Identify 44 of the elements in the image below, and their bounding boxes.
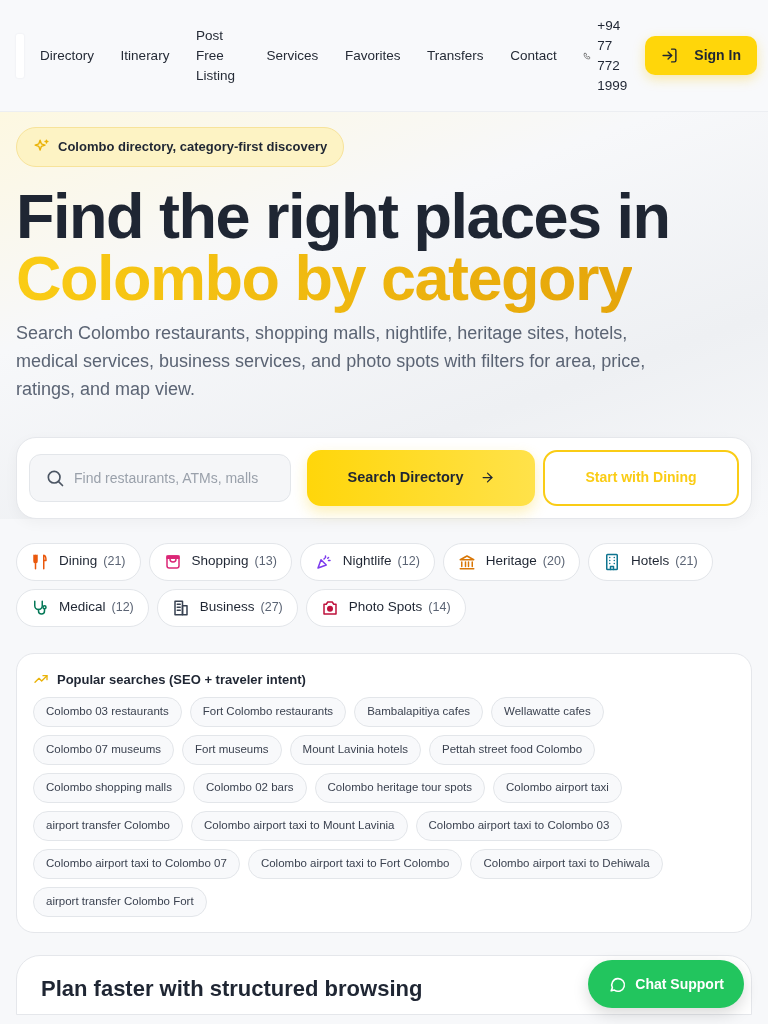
category-chip[interactable]: Business (27) [156, 588, 298, 627]
search-field[interactable]: Find restaurants, ATMs, malls [29, 453, 291, 502]
search-tag[interactable]: Colombo 03 restaurants [33, 697, 182, 727]
search-tag[interactable]: Colombo heritage tour spots [314, 773, 485, 803]
category-chip[interactable]: Dining (21) [16, 542, 141, 581]
category-chip[interactable]: Hotels (21) [588, 542, 713, 581]
nav-link[interactable]: Services [266, 45, 319, 66]
phone-number[interactable]: +94 77 772 1999 [597, 15, 638, 96]
section-title: Popular searches (SEO + traveler intent) [57, 670, 306, 689]
nav-link[interactable]: Post Free Listing [196, 25, 240, 86]
nav-link[interactable]: Transfers [427, 45, 484, 66]
nav-link[interactable]: Directory [40, 45, 94, 66]
search-tag[interactable]: Colombo 02 bars [192, 773, 307, 803]
search-tag[interactable]: Colombo airport taxi to Fort Colombo [247, 849, 463, 879]
search-tag[interactable]: Colombo airport taxi to Colombo 03 [415, 811, 623, 841]
search-tag[interactable]: Fort museums [182, 735, 282, 765]
search-tag[interactable]: Colombo airport taxi to Dehiwala [470, 849, 663, 879]
nav-link[interactable]: Favorites [344, 45, 401, 66]
nav-link[interactable]: Itinerary [120, 45, 170, 66]
search-tag[interactable]: Pettah street food Colombo [429, 735, 596, 765]
search-directory-button[interactable]: Search Directory [307, 449, 535, 506]
category-chip[interactable]: Nightlife (12) [299, 542, 435, 581]
sign-in-icon [661, 47, 679, 64]
search-tag[interactable]: Colombo airport taxi to Mount Lavinia [191, 811, 408, 841]
arrow-right-icon [479, 470, 495, 485]
search-tag[interactable]: Colombo airport taxi to Colombo 07 [33, 849, 240, 879]
search-tag[interactable]: Bambalapitiya cafes [354, 697, 484, 727]
search-tag[interactable]: airport transfer Colombo [33, 811, 183, 841]
hero-description: Search Colombo restaurants, shopping malls, nightlife, heritage sites, hotels, medical services, business services, and photo spots with filters for area, price, ratings, and map view. [16, 321, 647, 401]
section-heading: Plan faster with structured browsing [41, 976, 423, 1003]
search-tag[interactable]: Wellawatte cafes [491, 697, 604, 727]
category-chip[interactable]: Medical (12) [16, 588, 149, 627]
search-tag[interactable]: Fort Colombo restaurants [189, 697, 347, 727]
nav-link[interactable]: Contact [510, 45, 557, 66]
search-tag[interactable]: Colombo airport taxi [493, 773, 622, 803]
search-tag[interactable]: Mount Lavinia hotels [289, 735, 422, 765]
search-tag[interactable]: Colombo shopping malls [33, 773, 185, 803]
search-tag[interactable]: airport transfer Colombo Fort [33, 887, 207, 917]
sign-in-button[interactable]: Sign In [645, 36, 757, 75]
category-chip[interactable]: Shopping (13) [148, 542, 292, 581]
category-chip[interactable]: Photo Spots (14) [305, 588, 466, 627]
category-chip[interactable]: Heritage (20) [442, 542, 581, 581]
search-tag[interactable]: Colombo 07 museums [33, 735, 175, 765]
badge-text: Colombo directory, category-first discovery [58, 138, 328, 156]
